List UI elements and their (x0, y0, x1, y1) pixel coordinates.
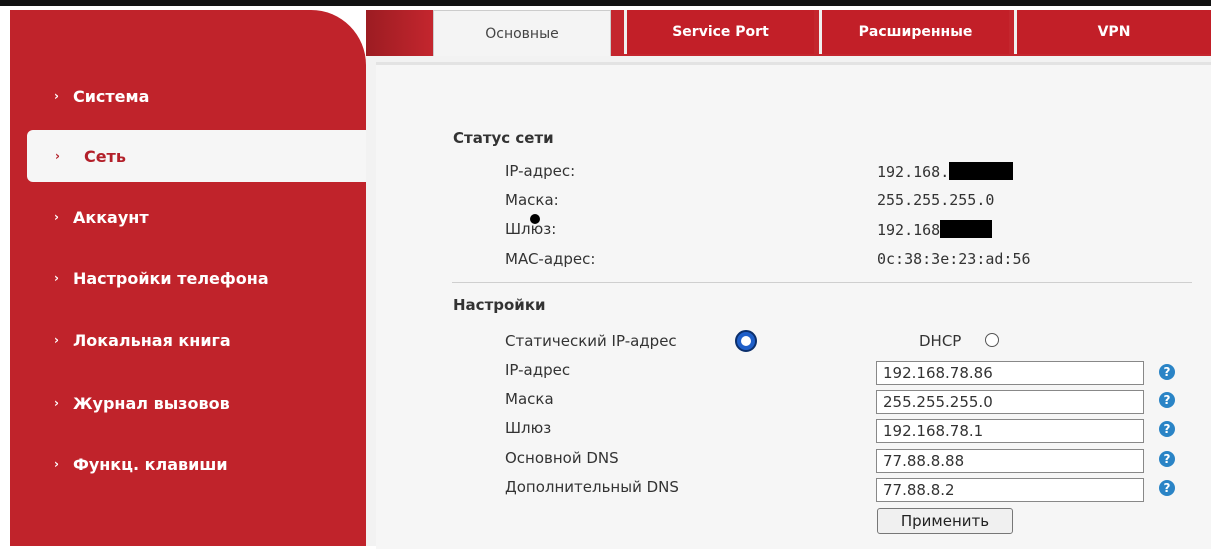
sidebar-item-network[interactable]: › Сеть (27, 130, 370, 182)
sidebar-item-account[interactable]: › Аккаунт (10, 191, 366, 243)
static-ip-radio[interactable] (735, 330, 757, 352)
chevron-right-icon: › (54, 457, 59, 471)
help-icon[interactable]: ? (1159, 421, 1175, 437)
help-icon[interactable]: ? (1159, 364, 1175, 380)
chevron-right-icon: › (54, 271, 59, 285)
secondary-dns-label: Дополнительный DNS (505, 478, 679, 496)
mask-field-label: Маска (505, 390, 554, 408)
status-mask-value: 255.255.255.0 (877, 191, 995, 209)
ip-field-label: IP-адрес (505, 361, 571, 379)
status-mask-label: Маска: (505, 191, 559, 209)
gateway-input[interactable] (876, 419, 1144, 443)
sidebar-item-label: Журнал вызовов (72, 393, 230, 413)
sidebar-item-label: Система (72, 86, 150, 106)
sidebar-item-label: Функц. клавиши (72, 454, 228, 474)
status-ip-value: 192.168. (877, 162, 1014, 181)
dhcp-label: DHCP (919, 332, 962, 350)
sidebar-item-system[interactable]: › Система (10, 70, 366, 122)
redaction-block (949, 162, 1014, 180)
redaction-block (940, 220, 993, 238)
status-section-title: Статус сети (453, 129, 554, 147)
apply-button[interactable]: Применить (877, 508, 1013, 534)
sidebar: › Система › Сеть › Аккаунт › Настройки т… (10, 10, 370, 546)
section-divider (452, 282, 1192, 283)
status-gateway-value: 192.168 (877, 220, 993, 239)
settings-section-title: Настройки (453, 296, 546, 314)
sidebar-item-function-keys[interactable]: › Функц. клавиши (10, 438, 366, 490)
help-icon[interactable]: ? (1159, 480, 1175, 496)
ip-input[interactable] (876, 361, 1144, 385)
sidebar-item-label: Настройки телефона (72, 268, 269, 288)
tab-vpn[interactable]: VPN (1014, 10, 1211, 54)
sidebar-item-call-log[interactable]: › Журнал вызовов (10, 377, 366, 429)
tab-service-port[interactable]: Service Port (624, 10, 814, 54)
sidebar-item-label: Локальная книга (72, 330, 231, 350)
status-ip-label: IP-адрес: (505, 162, 576, 180)
tab-advanced[interactable]: Расширенные (819, 10, 1009, 54)
dhcp-radio[interactable] (985, 333, 999, 347)
tab-basic[interactable]: Основные (433, 10, 611, 56)
mask-input[interactable] (876, 390, 1144, 414)
sidebar-item-phone-settings[interactable]: › Настройки телефона (10, 252, 366, 304)
cursor-dot (530, 214, 540, 224)
status-mac-label: MAC-адрес: (505, 250, 596, 268)
help-icon[interactable]: ? (1159, 451, 1175, 467)
chevron-right-icon: › (55, 149, 60, 163)
secondary-dns-input[interactable] (876, 478, 1144, 502)
chevron-right-icon: › (54, 210, 59, 224)
chevron-right-icon: › (54, 396, 59, 410)
gateway-field-label: Шлюз (505, 419, 552, 437)
chevron-right-icon: › (54, 89, 59, 103)
sidebar-item-label: Сеть (83, 146, 126, 166)
primary-dns-input[interactable] (876, 449, 1144, 473)
help-icon[interactable]: ? (1159, 392, 1175, 408)
tab-bar: Основные Service Port Расширенные VPN (366, 10, 1211, 56)
sidebar-item-label: Аккаунт (72, 207, 149, 227)
static-ip-label: Статический IP-адрес (505, 332, 677, 350)
status-mac-value: 0c:38:3e:23:ad:56 (877, 250, 1031, 268)
sidebar-item-phonebook[interactable]: › Локальная книга (10, 314, 366, 366)
chevron-right-icon: › (54, 333, 59, 347)
primary-dns-label: Основной DNS (505, 449, 619, 467)
